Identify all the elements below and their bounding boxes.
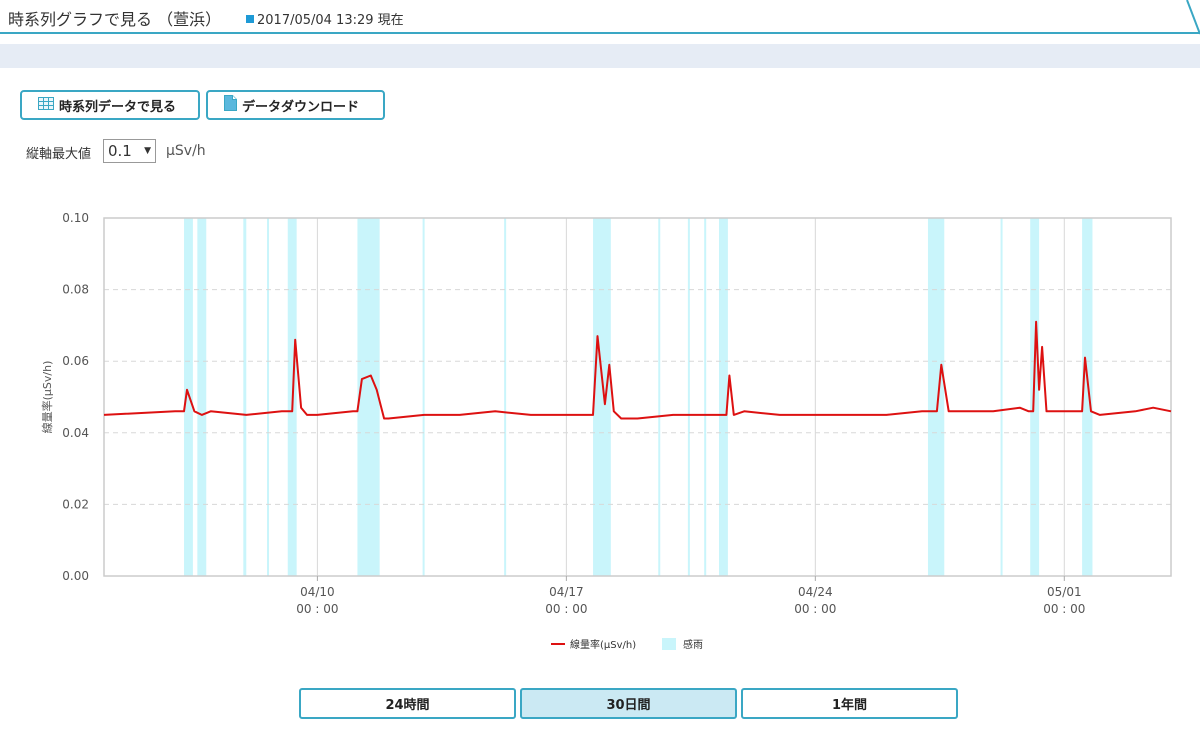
subheader-band xyxy=(0,44,1200,68)
tab-24-hours[interactable]: 24時間 xyxy=(299,688,516,719)
x-tick-label-date: 04/24 xyxy=(798,585,833,599)
y-max-value: 0.1 xyxy=(108,142,132,160)
legend-dose-label: 線量率(µSv/h) xyxy=(570,638,636,651)
y-max-select[interactable]: 0.1 ▼ xyxy=(103,139,156,163)
rain-span xyxy=(719,218,728,576)
data-download-button[interactable]: データダウンロード xyxy=(206,90,385,120)
legend-rain-swatch xyxy=(662,638,676,650)
tab-30-days[interactable]: 30日間 xyxy=(520,688,737,719)
rain-span xyxy=(357,218,380,576)
timestamp-text: 2017/05/04 13:29 現在 xyxy=(257,13,404,28)
y-axis: 0.00 0.02 0.04 0.06 0.08 0.10 xyxy=(62,211,89,583)
tab-1-year[interactable]: 1年間 xyxy=(741,688,958,719)
document-icon xyxy=(224,95,237,115)
x-tick-label-time: 00 : 00 xyxy=(296,602,338,616)
rain-span xyxy=(704,218,707,576)
rain-span xyxy=(197,218,207,576)
data-download-label: データダウンロード xyxy=(242,99,360,115)
timeseries-data-button[interactable]: 時系列データで見る xyxy=(20,90,200,120)
x-tick-label-date: 04/10 xyxy=(300,585,335,599)
timestamp: 2017/05/04 13:29 現在 xyxy=(246,9,404,28)
y-max-label: 縦軸最大値 xyxy=(26,147,92,162)
header-edge-decoration xyxy=(1186,0,1200,35)
rain-span xyxy=(658,218,661,576)
dropdown-arrow-icon: ▼ xyxy=(144,146,151,156)
rain-span xyxy=(687,218,690,576)
y-tick-label: 0.02 xyxy=(62,497,89,511)
dose-rate-chart: 0.000.020.040.060.080.10 04/1000 : 0004/… xyxy=(40,211,1172,651)
x-tick-label-time: 00 : 00 xyxy=(545,602,587,616)
x-tick-label-date: 04/17 xyxy=(549,585,584,599)
rain-span xyxy=(1000,218,1003,576)
x-tick-label-time: 00 : 00 xyxy=(794,602,836,616)
tab-1-year-label: 1年間 xyxy=(831,698,868,713)
square-bullet-icon xyxy=(246,15,254,23)
rain-span xyxy=(504,218,507,576)
plot-background xyxy=(104,218,1171,576)
page-header: 時系列グラフで見る （萱浜） 2017/05/04 13:29 現在 xyxy=(0,0,1200,35)
chart-legend: 線量率(µSv/h) 感雨 xyxy=(551,638,703,651)
rain-span xyxy=(927,218,945,576)
rain-span xyxy=(243,218,247,576)
page-title: 時系列グラフで見る （萱浜） xyxy=(8,10,222,29)
rain-span xyxy=(422,218,425,576)
y-axis-title: 線量率(µSv/h) xyxy=(40,361,54,434)
y-tick-label: 0.00 xyxy=(62,569,89,583)
rain-span xyxy=(267,218,270,576)
legend-rain-label: 感雨 xyxy=(683,638,703,651)
y-tick-label: 0.06 xyxy=(62,354,89,368)
x-tick-label-time: 00 : 00 xyxy=(1043,602,1085,616)
y-tick-label: 0.04 xyxy=(62,426,89,440)
y-max-unit: µSv/h xyxy=(166,143,206,159)
x-tick-label-date: 05/01 xyxy=(1047,585,1082,599)
timeseries-data-label: 時系列データで見る xyxy=(59,99,177,115)
tab-24-hours-label: 24時間 xyxy=(385,698,430,713)
table-icon xyxy=(38,96,54,114)
y-tick-label: 0.10 xyxy=(62,211,89,225)
x-axis: 04/10 00 : 00 04/17 00 : 00 04/24 00 : 00 05/0… xyxy=(296,576,1085,616)
y-tick-label: 0.08 xyxy=(62,283,89,297)
tab-30-days-label: 30日間 xyxy=(606,698,651,713)
rain-span xyxy=(593,218,611,576)
